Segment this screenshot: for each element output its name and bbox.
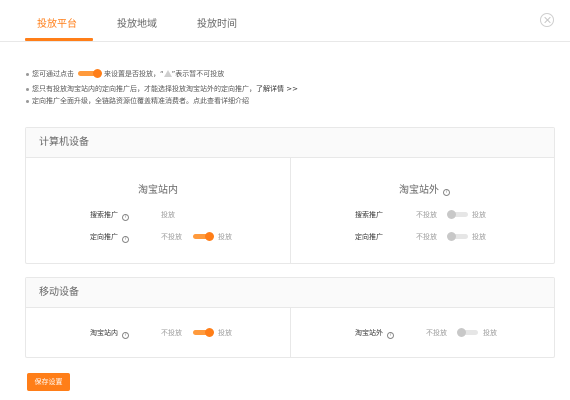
mobile-outside-off-label: 不投放 [426,329,447,337]
computer-outside-targeted-on-label: 投放 [472,233,486,241]
notes-list: 您可通过点击 来设置是否投放，“ ”表示暂不可投放 您只有投放淘宝站内的定向推广后，… [26,69,552,107]
note-upgrade[interactable]: 定向推广全面升级，全链路资源位覆盖精准消费者。点此查看详细介绍 [26,96,552,107]
computer-outside-search-off-label: 不投放 [416,211,437,219]
computer-inside-search-label: 搜索推广? [90,210,129,221]
mobile-devices-title: 移动设备 [26,278,554,308]
computer-inside-title: 淘宝站内 [138,185,178,196]
mobile-inside-off-label: 不投放 [161,329,182,337]
save-settings-button[interactable]: 保存设置 [27,373,70,391]
warning-icon [163,70,172,77]
tab-bar: 投放平台 投放地域 投放时间 [0,0,570,42]
help-icon[interactable]: ? [443,189,450,196]
help-icon[interactable]: ? [122,236,129,243]
computer-devices-title: 计算机设备 [26,128,554,158]
tab-region[interactable]: 投放地域 [117,15,157,30]
tab-platform[interactable]: 投放平台 [37,15,77,30]
active-tab-indicator [25,38,93,41]
computer-outside-title: 淘宝站外 [399,185,439,196]
note-outside-requirement: 您只有投放淘宝站内的定向推广后，才能选择投放淘宝站外的定向推广，了解详情 >> [26,84,552,95]
help-icon[interactable]: ? [122,214,129,221]
mobile-inside-label: 淘宝站内? [90,328,129,339]
computer-outside-title-wrap: 淘宝站外? [399,181,450,196]
computer-inside-search-state: 投放 [161,211,175,219]
computer-inside-targeted-label: 定向推广? [90,232,129,243]
computer-devices-panel: 计算机设备 淘宝站内 搜索推广? 投放 定向推广? 不投放 投放 淘宝站外? 搜… [25,127,555,264]
help-icon[interactable]: ? [122,332,129,339]
computer-outside-search-label: 搜索推广 [355,211,383,219]
help-icon[interactable]: ? [387,332,394,339]
mobile-outside-on-label: 投放 [483,329,497,337]
computer-outside-search-on-label: 投放 [472,211,486,219]
column-divider [290,158,291,264]
column-divider [290,308,291,358]
computer-outside-targeted-off-label: 不投放 [416,233,437,241]
mobile-inside-on-label: 投放 [218,329,232,337]
computer-outside-targeted-toggle[interactable] [447,232,469,241]
note-toggle-hint: 您可通过点击 来设置是否投放，“ ”表示暂不可投放 [26,69,552,80]
computer-inside-targeted-on-label: 投放 [218,233,232,241]
details-link[interactable]: 了解详情 >> [256,85,298,93]
mobile-outside-label: 淘宝站外? [355,328,394,339]
mobile-inside-toggle[interactable] [192,328,214,337]
tab-time[interactable]: 投放时间 [197,15,237,30]
computer-inside-targeted-off-label: 不投放 [161,233,182,241]
close-icon[interactable] [540,13,554,27]
computer-inside-targeted-toggle[interactable] [192,232,214,241]
example-toggle[interactable] [76,69,102,78]
computer-outside-search-toggle[interactable] [447,210,469,219]
computer-outside-targeted-label: 定向推广 [355,233,383,241]
mobile-outside-toggle[interactable] [457,328,479,337]
mobile-devices-panel: 移动设备 淘宝站内? 不投放 投放 淘宝站外? 不投放 投放 [25,277,555,358]
